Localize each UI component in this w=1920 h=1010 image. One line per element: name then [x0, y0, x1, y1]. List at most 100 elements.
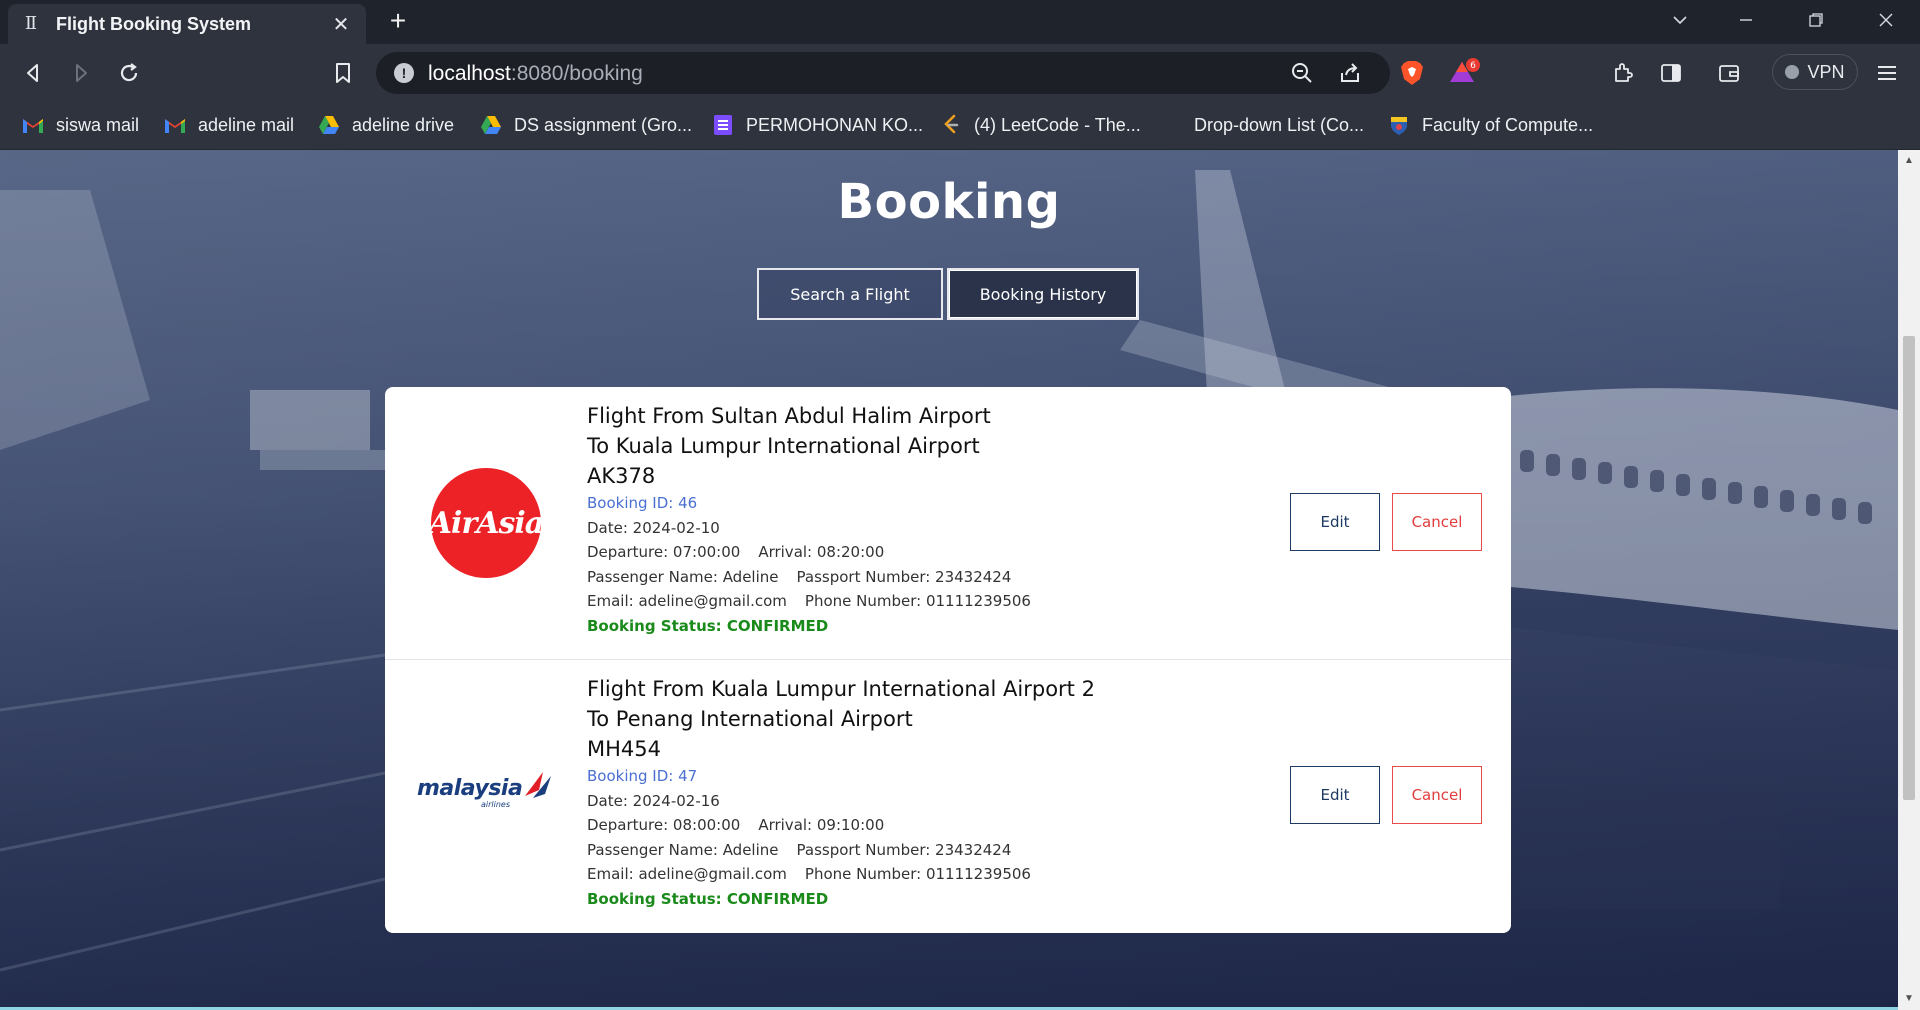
bookmark-siswa-mail[interactable]: siswa mail	[22, 112, 139, 138]
share-icon[interactable]	[1338, 61, 1362, 85]
booking-status: Booking Status: CONFIRMED	[587, 889, 829, 908]
browser-tab[interactable]: Ⅱ Flight Booking System ✕	[8, 4, 366, 44]
booking-details: Flight From Kuala Lumpur International A…	[587, 674, 1287, 911]
passenger-name: Passenger Name: Adeline	[587, 567, 779, 586]
sidebar-toggle-icon[interactable]	[1656, 58, 1686, 88]
route-to: To Kuala Lumpur International Airport	[587, 434, 980, 458]
vpn-button[interactable]: VPN	[1772, 54, 1858, 90]
departure-time: Departure: 07:00:00	[587, 543, 741, 561]
passenger-name: Passenger Name: Adeline	[587, 840, 779, 859]
brave-rewards-icon[interactable]: 6	[1448, 58, 1480, 82]
bookmark-adeline-drive[interactable]: adeline drive	[318, 112, 454, 138]
bookmark-leetcode[interactable]: (4) LeetCode - The...	[940, 112, 1141, 138]
email: Email: adeline@gmail.com	[587, 592, 787, 610]
new-tab-button[interactable]: +	[384, 7, 412, 36]
vpn-status-icon	[1785, 65, 1800, 79]
route-from: Flight From Sultan Abdul Halim Airport	[587, 404, 991, 428]
scroll-up-arrow-icon[interactable]: ▲	[1904, 156, 1914, 166]
airasia-logo: AirAsia	[428, 468, 544, 578]
zoom-out-icon[interactable]	[1290, 61, 1314, 85]
flight-number: MH454	[587, 737, 661, 761]
gmail-icon	[22, 114, 44, 136]
bookmark-faculty[interactable]: Faculty of Compute...	[1388, 112, 1593, 138]
booking-status: Booking Status: CONFIRMED	[587, 616, 829, 635]
gmail-icon	[164, 114, 186, 136]
contact-line: Email: adeline@gmail.com Phone Number: 01…	[587, 589, 1287, 614]
tab-favicon-icon: Ⅱ	[24, 13, 38, 34]
booking-history-button[interactable]: Booking History	[947, 268, 1139, 320]
contact-line: Email: adeline@gmail.com Phone Number: 01…	[587, 862, 1287, 887]
google-forms-icon	[712, 114, 734, 136]
minimize-button[interactable]	[1728, 6, 1764, 38]
bookmark-label: siswa mail	[56, 114, 140, 135]
passenger-line: Passenger Name: Adeline Passport Number: …	[587, 838, 1287, 863]
scrollbar-thumb[interactable]	[1903, 336, 1915, 800]
browser-toolbar: ! localhost:8080/booking 6 VPN	[0, 44, 1920, 100]
mas-kite-icon	[525, 772, 551, 798]
vpn-label: VPN	[1807, 61, 1845, 82]
restore-button[interactable]	[1798, 6, 1834, 38]
route-to: To Penang International Airport	[587, 707, 913, 731]
rewards-badge: 6	[1470, 61, 1476, 71]
bookmark-button[interactable]	[328, 58, 358, 88]
arrival-time: Arrival: 08:20:00	[758, 543, 885, 561]
times-line: Departure: 07:00:00 Arrival: 08:20:00	[587, 540, 1287, 565]
booking-row: AirAsia Flight From Sultan Abdul Halim A…	[385, 387, 1511, 659]
url-host: localhost	[428, 62, 511, 85]
malaysia-airlines-logo: malaysia airlines	[417, 770, 557, 810]
passenger-line: Passenger Name: Adeline Passport Number: …	[587, 565, 1287, 590]
bookmark-permohonan[interactable]: PERMOHONAN KO...	[712, 112, 923, 138]
booking-id: Booking ID: 47	[587, 767, 698, 785]
url-text[interactable]: localhost:8080/booking	[428, 62, 643, 86]
booking-date: Date: 2024-02-16	[587, 791, 720, 810]
wallet-icon[interactable]	[1714, 58, 1744, 88]
tab-close-icon[interactable]: ✕	[330, 12, 352, 37]
reload-button[interactable]	[114, 58, 144, 88]
url-path: :8080/booking	[510, 62, 643, 85]
bookmark-label: PERMOHONAN KO...	[746, 114, 924, 135]
bookmark-label: adeline drive	[352, 114, 455, 135]
page-scrollbar[interactable]: ▲ ▼	[1898, 150, 1920, 1010]
bookmark-ds-assignment[interactable]: DS assignment (Gro...	[480, 112, 692, 138]
phone-number: Phone Number: 01111239506	[804, 592, 1031, 610]
tab-title: Flight Booking System	[56, 13, 252, 34]
search-flight-button[interactable]: Search a Flight	[757, 268, 943, 320]
extensions-icon[interactable]	[1608, 58, 1638, 88]
page-title: Booking	[837, 174, 1061, 230]
mas-logo-subtext: airlines	[481, 800, 511, 809]
menu-icon[interactable]	[1872, 58, 1902, 88]
brave-shields-icon[interactable]	[1398, 59, 1423, 85]
departure-time: Departure: 08:00:00	[587, 816, 741, 834]
tab-search-chevron-icon[interactable]	[1662, 6, 1698, 38]
edit-button[interactable]: Edit	[1290, 766, 1380, 824]
bookmarks-bar: siswa mail adeline mail adeline drive DS…	[0, 100, 1920, 150]
email: Email: adeline@gmail.com	[587, 865, 787, 883]
passport-number: Passport Number: 23432424	[796, 567, 1012, 586]
bookings-card: AirAsia Flight From Sultan Abdul Halim A…	[385, 387, 1511, 933]
cancel-button[interactable]: Cancel	[1392, 766, 1482, 824]
bookmark-label: Faculty of Compute...	[1422, 114, 1594, 135]
google-drive-icon	[318, 114, 340, 136]
booking-row: malaysia airlines Flight From Kuala Lump…	[385, 659, 1511, 933]
airasia-logo-text: AirAsia	[428, 505, 544, 541]
address-bar[interactable]: ! localhost:8080/booking	[376, 52, 1390, 94]
cancel-button[interactable]: Cancel	[1392, 493, 1482, 551]
site-info-icon[interactable]: !	[394, 63, 414, 83]
bookmark-label: adeline mail	[198, 114, 295, 135]
back-button[interactable]	[18, 58, 48, 88]
page-viewport: Booking Search a Flight Booking History …	[0, 150, 1898, 1010]
edit-button[interactable]: Edit	[1290, 493, 1380, 551]
bookmark-label: Drop-down List (Co...	[1194, 114, 1365, 135]
arrival-time: Arrival: 09:10:00	[758, 816, 885, 834]
bookmark-dropdown-list[interactable]: Drop-down List (Co...	[1194, 112, 1364, 138]
flight-number: AK378	[587, 464, 656, 488]
scroll-down-arrow-icon[interactable]: ▼	[1904, 994, 1914, 1004]
booking-date: Date: 2024-02-10	[587, 518, 720, 537]
forward-button[interactable]	[66, 58, 96, 88]
browser-titlebar: Ⅱ Flight Booking System ✕ +	[0, 0, 1920, 44]
phone-number: Phone Number: 01111239506	[804, 865, 1031, 883]
bookmark-adeline-mail[interactable]: adeline mail	[164, 112, 294, 138]
leetcode-icon	[940, 114, 962, 136]
booking-details: Flight From Sultan Abdul Halim Airport T…	[587, 401, 1287, 638]
close-window-button[interactable]	[1868, 6, 1904, 38]
